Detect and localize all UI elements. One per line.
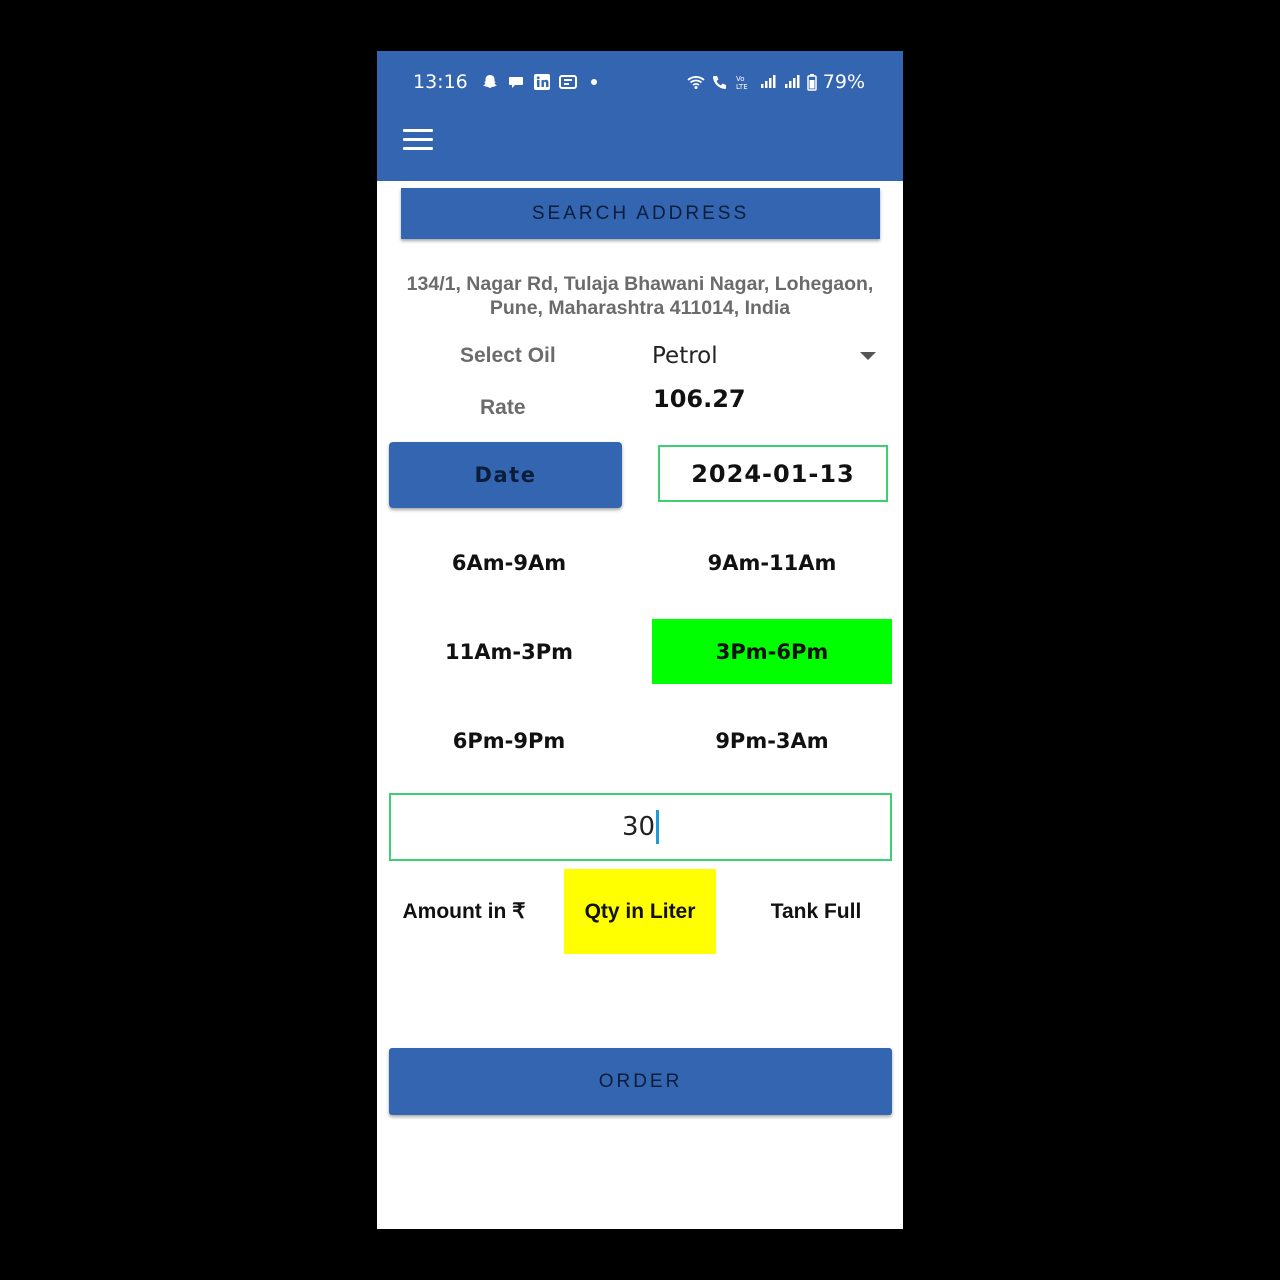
order-button[interactable]: ORDER — [389, 1048, 892, 1115]
volte-icon: Vo LTE — [735, 73, 753, 91]
rate-label: Rate — [480, 396, 526, 419]
mode-qty-liter[interactable]: Qty in Liter — [564, 869, 716, 954]
phone-screen: 13:16 Vo LTE 79% SEARCH ADDRESS 134/1, N… — [377, 51, 903, 1229]
mode-tank-full[interactable]: Tank Full — [741, 869, 891, 954]
time-slot-9pm-3am[interactable]: 9Pm-3Am — [652, 708, 892, 773]
quantity-input-value: 30 — [621, 812, 656, 842]
signal-icon — [759, 73, 777, 91]
time-slot-6am-9am[interactable]: 6Am-9Am — [389, 530, 629, 595]
chat-bubble-icon — [507, 73, 525, 91]
status-time: 13:16 — [413, 71, 468, 93]
mode-amount[interactable]: Amount in ₹ — [389, 869, 539, 954]
app-icon — [559, 73, 577, 91]
hamburger-menu-icon[interactable] — [403, 129, 433, 151]
signal-icon — [783, 73, 801, 91]
svg-text:Vo: Vo — [736, 75, 745, 83]
battery-percent: 79% — [822, 71, 865, 93]
rate-value: 106.27 — [653, 385, 746, 413]
system-icons: Vo LTE 79% — [687, 71, 865, 93]
wifi-icon — [687, 73, 705, 91]
time-slot-6pm-9pm[interactable]: 6Pm-9Pm — [389, 708, 629, 773]
time-slot-3pm-6pm[interactable]: 3Pm-6Pm — [652, 619, 892, 684]
svg-text:LTE: LTE — [736, 83, 748, 91]
time-slot-11am-3pm[interactable]: 11Am-3Pm — [389, 619, 629, 684]
search-address-button[interactable]: SEARCH ADDRESS — [401, 188, 880, 239]
date-button[interactable]: Date — [389, 442, 622, 508]
quantity-input[interactable]: 30 — [389, 793, 892, 861]
snapchat-icon — [481, 73, 499, 91]
address-text: 134/1, Nagar Rd, Tulaja Bhawani Nagar, L… — [406, 273, 874, 319]
time-slot-9am-11am[interactable]: 9Am-11Am — [652, 530, 892, 595]
app-bar: 13:16 Vo LTE 79% — [377, 51, 903, 181]
linkedin-icon — [533, 73, 551, 91]
notification-icons — [481, 73, 597, 91]
chevron-down-icon — [860, 352, 876, 360]
select-oil-label: Select Oil — [460, 344, 556, 367]
date-field[interactable]: 2024-01-13 — [658, 445, 888, 502]
oil-selected-value: Petrol — [652, 343, 718, 369]
wifi-call-icon — [711, 73, 729, 91]
oil-dropdown[interactable]: Petrol — [652, 341, 878, 373]
battery-icon — [807, 73, 817, 91]
status-bar: 13:16 Vo LTE 79% — [377, 51, 903, 115]
dot-icon — [591, 79, 597, 85]
text-cursor — [656, 810, 660, 844]
